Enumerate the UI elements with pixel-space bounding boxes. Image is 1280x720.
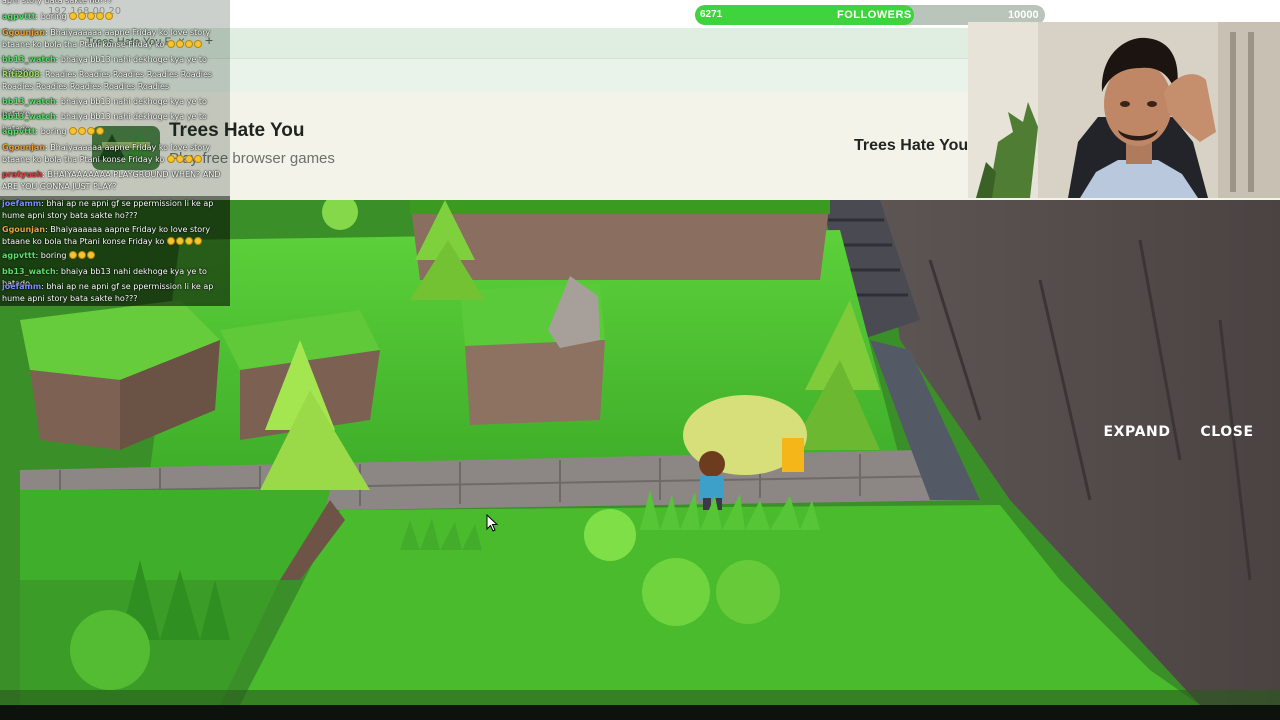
chat-username[interactable]: Ggounjan bbox=[2, 225, 45, 234]
chat-message: Riti2008: Roadies Roadies Roadies Roadie… bbox=[2, 69, 228, 93]
laughing-emoji-icon bbox=[77, 12, 86, 20]
laughing-emoji-icon bbox=[193, 40, 202, 48]
game-title: Trees Hate You bbox=[854, 137, 969, 154]
laughing-emoji-icon bbox=[175, 237, 184, 245]
laughing-emoji-icon bbox=[86, 12, 95, 20]
expand-button[interactable]: EXPAND bbox=[1096, 418, 1178, 446]
laughing-emoji-icon bbox=[86, 127, 95, 135]
chat-message: agpvttt: boring bbox=[2, 11, 228, 23]
laughing-emoji-icon bbox=[193, 155, 202, 163]
laughing-emoji-icon bbox=[166, 237, 175, 245]
chat-message: agpvttt: boring bbox=[2, 250, 228, 262]
close-button[interactable]: CLOSE bbox=[1194, 418, 1260, 446]
chat-username[interactable]: Ggounjan bbox=[2, 143, 45, 152]
webcam-feed bbox=[968, 22, 1280, 198]
laughing-emoji-icon bbox=[68, 12, 77, 20]
laughing-emoji-icon bbox=[184, 40, 193, 48]
chat-message: Ggounjan: Bhaiyaaaaaa aapne Friday ko lo… bbox=[2, 142, 228, 166]
chat-username[interactable]: bb13_watch bbox=[2, 97, 56, 106]
laughing-emoji-icon bbox=[77, 127, 86, 135]
follower-goal-target: 10000 bbox=[1008, 9, 1039, 21]
laughing-emoji-icon bbox=[77, 251, 86, 259]
follower-goal-label: FOLLOWERS bbox=[837, 9, 912, 21]
chat-username[interactable]: pratyush bbox=[2, 170, 42, 179]
chat-message: joefamm: bhai ap ne apni gf se ppermissi… bbox=[2, 198, 228, 222]
laughing-emoji-icon bbox=[184, 155, 193, 163]
stream-chat-overlay: 192.168.00.20 apni story bata sakte ho??… bbox=[0, 0, 230, 306]
chat-text: : boring bbox=[35, 12, 69, 21]
chat-username[interactable]: bb13_watch bbox=[2, 55, 56, 64]
chat-message: Ggounjan: Bhaiyaaaaaa aapne Friday ko lo… bbox=[2, 27, 228, 51]
chat-text: apni story bata sakte ho??? bbox=[2, 0, 113, 5]
follower-count: 6271 bbox=[700, 9, 723, 20]
chat-username[interactable]: Riti2008 bbox=[2, 70, 40, 79]
chat-message: apni story bata sakte ho??? bbox=[2, 0, 228, 7]
chat-username[interactable]: joefamm bbox=[2, 282, 41, 291]
chat-message: joefamm: bhai ap ne apni gf se ppermissi… bbox=[2, 281, 228, 305]
laughing-emoji-icon bbox=[166, 155, 175, 163]
chat-username[interactable]: joefamm bbox=[2, 199, 41, 208]
chat-username[interactable]: bb13_watch bbox=[2, 267, 56, 276]
laughing-emoji-icon bbox=[104, 12, 113, 20]
laughing-emoji-icon bbox=[95, 127, 104, 135]
laughing-emoji-icon bbox=[184, 237, 193, 245]
laughing-emoji-icon bbox=[86, 251, 95, 259]
laughing-emoji-icon bbox=[68, 251, 77, 259]
chat-text: : boring bbox=[35, 251, 69, 260]
laughing-emoji-icon bbox=[68, 127, 77, 135]
chat-username[interactable]: agpvttt bbox=[2, 127, 36, 136]
laughing-emoji-icon bbox=[175, 40, 184, 48]
chat-username[interactable]: agpvttt bbox=[2, 251, 36, 260]
chat-message: pratyush: BHAIYAAAAAAA PLAYGROUND WHEN? … bbox=[2, 169, 228, 193]
laughing-emoji-icon bbox=[175, 155, 184, 163]
bottom-border bbox=[0, 705, 1280, 720]
laughing-emoji-icon bbox=[166, 40, 175, 48]
laughing-emoji-icon bbox=[193, 237, 202, 245]
chat-username[interactable]: Ggounjan bbox=[2, 28, 45, 37]
laughing-emoji-icon bbox=[95, 12, 104, 20]
chat-message: agpvttt: boring bbox=[2, 126, 228, 138]
chat-message: Ggounjan: Bhaiyaaaaaa aapne Friday ko lo… bbox=[2, 224, 228, 248]
chat-text: : boring bbox=[35, 127, 69, 136]
chat-username[interactable]: agpvttt bbox=[2, 12, 36, 21]
mouse-cursor-icon bbox=[486, 514, 498, 532]
chat-username[interactable]: bb13_watch bbox=[2, 112, 56, 121]
